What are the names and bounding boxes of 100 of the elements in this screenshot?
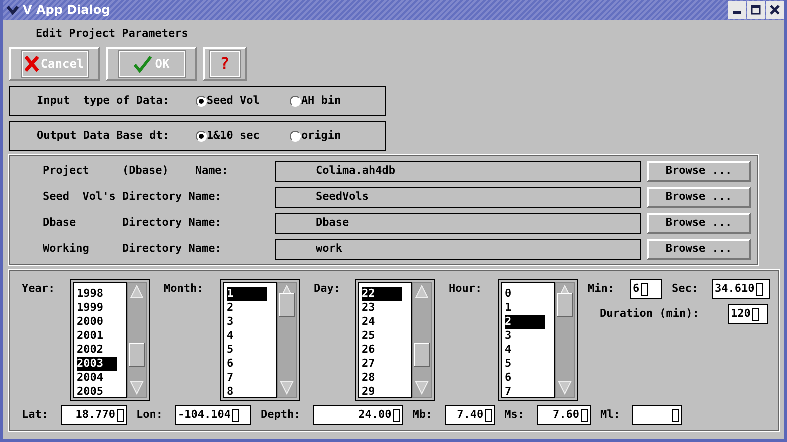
scroll-thumb[interactable] [279,293,295,317]
list-item[interactable]: 3 [505,329,545,343]
input-field[interactable]: 7.60 [536,405,590,425]
list-label: Hour: [449,281,484,297]
radio-button[interactable] [290,96,302,106]
list-item[interactable]: 1 [505,301,545,315]
list-item[interactable]: 1999 [77,301,117,315]
scroll-down-icon [279,380,295,396]
list-item[interactable]: 24 [362,315,402,329]
scroll-up-icon [414,284,430,300]
field-label: Depth: [261,406,301,423]
path-field[interactable]: work [275,238,641,260]
radio-button[interactable] [290,130,302,142]
browse-button[interactable]: Browse ... [647,160,751,182]
list-item[interactable]: 3 [227,315,267,329]
path-field[interactable]: Dbase [275,212,641,234]
maximize-icon [751,5,761,15]
list-item[interactable]: 2005 [77,385,117,399]
list-item[interactable]: 6 [227,357,267,371]
close-icon [770,5,780,15]
path-label: Project (Dbase) Name: [43,162,230,179]
radio-button[interactable] [196,130,207,142]
list-item[interactable]: 1 [227,287,267,301]
x-icon [24,56,39,72]
list-item[interactable]: 4 [505,343,545,357]
text-cursor-icon [640,282,648,296]
scroll-thumb[interactable] [557,293,573,317]
field-label: Ms: [504,406,524,423]
list-item[interactable]: 2001 [77,329,117,343]
path-field[interactable]: Colima.ah4db [275,160,641,182]
list-item[interactable]: 28 [362,371,402,385]
radio-option[interactable]: origin [290,128,385,144]
field-label: Mb: [412,406,433,423]
maximize-button[interactable] [747,1,765,19]
field-label: Ml: [600,406,620,423]
scroll-thumb[interactable] [414,343,430,367]
field-label: Sec: [672,280,700,297]
scrollbar[interactable] [412,282,432,398]
scroll-down-icon [129,380,145,396]
input-field[interactable]: 120 [728,304,768,324]
list-item[interactable]: 23 [362,301,402,315]
input-field[interactable]: 24.00 [312,405,403,425]
text-cursor-icon [484,408,492,422]
path-field[interactable]: SeedVols [275,186,641,208]
list-item[interactable]: 7 [227,371,267,385]
input-field[interactable] [632,405,682,425]
list-item[interactable]: 1998 [77,287,117,301]
text-cursor-icon [580,408,588,422]
field-label: Lat: [22,406,48,423]
list-item[interactable]: 5 [227,343,267,357]
list-item[interactable]: 7 [505,385,545,399]
menu-chevron-icon[interactable] [6,4,20,16]
input-field[interactable]: 7.40 [444,405,495,425]
scroll-down-icon [414,380,430,396]
scroll-thumb[interactable] [129,343,145,367]
list-item[interactable]: 29 [362,385,402,399]
dialog-heading: Edit Project Parameters [36,26,190,42]
path-label: Dbase Directory Name: [43,214,223,231]
browse-button[interactable]: Browse ... [647,212,751,234]
list-item[interactable]: 8 [227,385,267,399]
list-item[interactable]: 6 [505,371,545,385]
radio-option[interactable]: AH bin [290,92,385,110]
list-item[interactable]: 2004 [77,371,117,385]
list-item[interactable]: 4 [227,329,267,343]
radio-button[interactable] [196,96,207,106]
list-item[interactable]: 2003 [77,357,117,371]
list-item[interactable]: 2002 [77,343,117,357]
scroll-down-icon [557,380,573,396]
radio-group-label: Output Data Base dt: [37,128,170,144]
radio-option[interactable]: 1&10 sec [196,128,290,144]
list-item[interactable]: 5 [505,357,545,371]
input-field[interactable]: -104.104 [175,405,251,425]
scrollbar[interactable] [555,282,575,398]
text-cursor-icon [392,408,400,422]
field-label: Lon: [136,406,163,423]
browse-button[interactable]: Browse ... [647,238,751,260]
input-field[interactable]: 18.770 [60,405,126,425]
text-cursor-icon [756,282,763,296]
scrollbar[interactable] [277,282,297,398]
text-cursor-icon [672,408,680,422]
list-item[interactable]: 2 [227,301,267,315]
checkmark-icon [133,55,154,73]
text-cursor-icon [116,408,124,422]
radio-option[interactable]: Seed Vol [196,92,290,110]
list-item[interactable]: 2 [505,315,545,329]
list-item[interactable]: 0 [505,287,545,301]
browse-button[interactable]: Browse ... [647,186,751,208]
input-field[interactable]: 6 [630,279,662,299]
close-button[interactable] [766,1,784,19]
list-item[interactable]: 2000 [77,315,117,329]
path-label: Working Directory Name: [43,240,223,257]
list-item[interactable]: 25 [362,329,402,343]
list-item[interactable]: 27 [362,357,402,371]
list-item[interactable]: 26 [362,343,402,357]
minimize-button[interactable] [728,1,746,19]
input-field[interactable]: 34.610 [712,279,770,299]
list-label: Day: [314,281,342,297]
scrollbar[interactable] [127,282,147,398]
list-item[interactable]: 22 [362,287,402,301]
text-cursor-icon [752,308,759,320]
